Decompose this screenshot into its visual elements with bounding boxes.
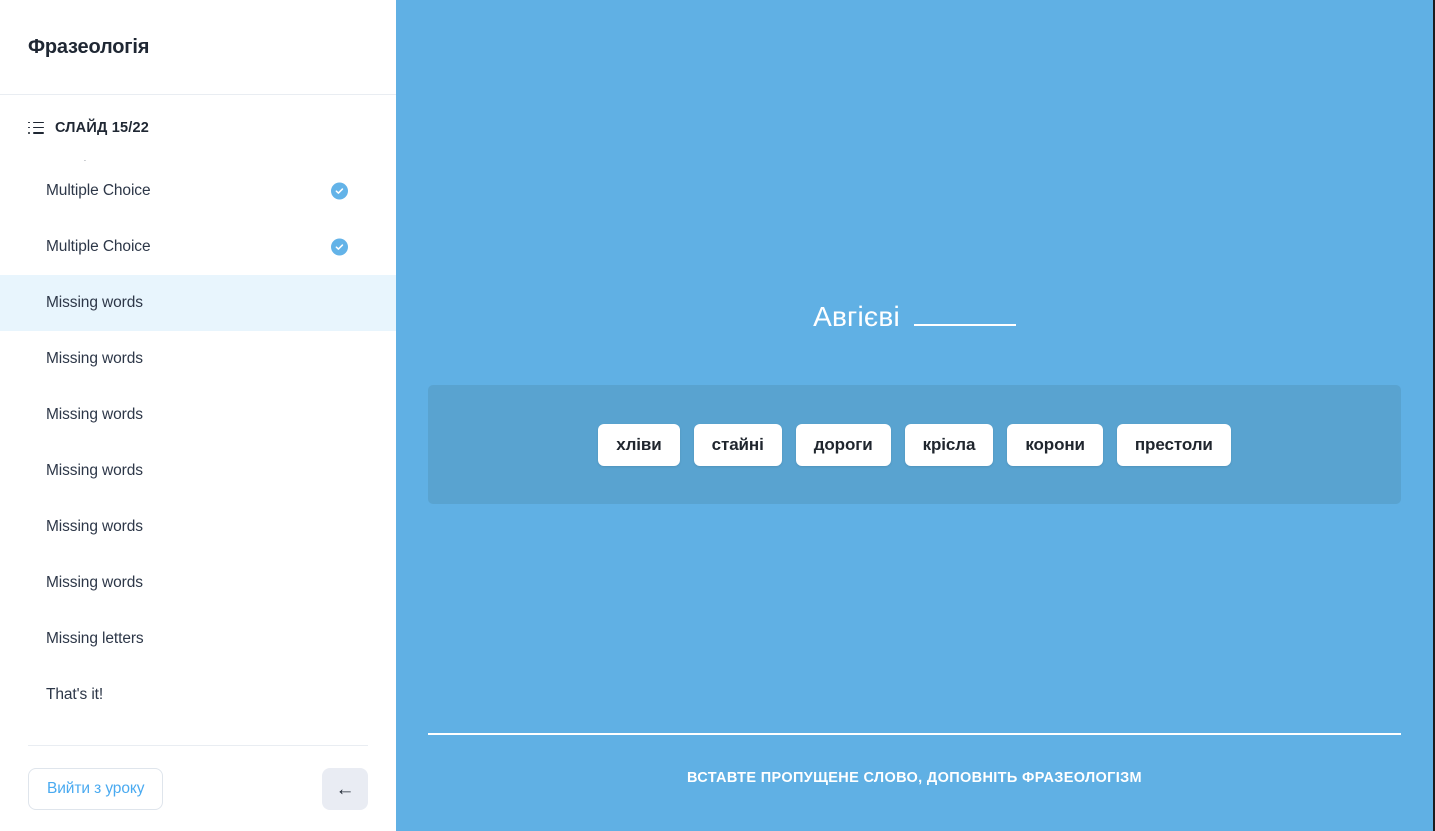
stage-divider [428,733,1401,735]
lesson-sidebar: Фразеологія СЛАЙД 15/22 . Multiple Choic… [0,0,396,831]
sidebar-footer: Вийти з уроку ← [28,745,368,831]
slide-list-item-label: Multiple Choice [46,182,151,199]
answer-blank-slot[interactable] [913,296,1016,326]
slide-list-item[interactable]: Missing words [0,331,396,387]
word-chip[interactable]: стайні [693,423,782,466]
slide-list-item-label: Missing words [46,350,143,367]
back-arrow-icon[interactable]: ← [322,768,368,810]
word-chip[interactable]: крісла [904,423,994,466]
slide-list-item[interactable]: Missing words [0,499,396,555]
slide-list: Multiple Choice Multiple Choice Missing wo… [0,137,396,745]
list-icon [28,121,44,135]
word-chip[interactable]: корони [1007,423,1103,466]
exit-lesson-button[interactable]: Вийти з уроку [28,768,164,810]
slide-list-item[interactable]: That's it! [0,667,396,723]
slide-counter: СЛАЙД 15/22 [0,95,396,137]
slide-list-item[interactable]: Multiple Choice [0,163,396,219]
check-circle-icon [331,238,348,256]
slide-list-item-label: Missing words [46,462,143,479]
question-prefix: Авгієві [813,301,900,332]
slide-list-item-label: Multiple Choice [46,238,151,255]
slide-list-item[interactable]: Missing words [0,275,396,331]
lesson-player: Фразеологія СЛАЙД 15/22 . Multiple Choic… [0,0,1435,831]
slide-list-item[interactable]: Missing words [0,555,396,611]
word-bank: хліви стайні дороги крісла корони престоли [428,385,1401,504]
word-chip[interactable]: хліви [598,423,680,466]
word-chip[interactable]: дороги [795,423,891,466]
slide-list-item[interactable]: Missing letters [0,611,396,667]
truncated-text-artifact: . [84,156,86,163]
slide-list-item-label: Missing words [46,294,143,311]
slide-list-item[interactable]: Missing words [0,387,396,443]
lesson-title: Фразеологія [28,35,150,58]
slide-list-item[interactable]: Multiple Choice [0,219,396,275]
check-circle-icon [331,182,348,200]
slide-list-item-label: Missing words [46,406,143,423]
slide-list-item[interactable]: Missing words [0,443,396,499]
task-instruction: ВСТАВТЕ ПРОПУЩЕНЕ СЛОВО, ДОПОВНІТЬ ФРАЗЕ… [687,770,1142,786]
slide-list-item-label: Missing words [46,574,143,591]
slide-counter-label: СЛАЙД 15/22 [55,120,150,136]
sidebar-header: Фразеологія [0,0,396,95]
slide-list-item-label: Missing words [46,518,143,535]
question-row: Авгієві [396,296,1433,333]
slide-list-item-label: That's it! [46,686,104,703]
word-chip[interactable]: престоли [1116,423,1231,466]
slide-stage: Авгієві хліви стайні дороги крісла корони пре… [396,0,1433,831]
slide-list-item-label: Missing letters [46,630,144,647]
